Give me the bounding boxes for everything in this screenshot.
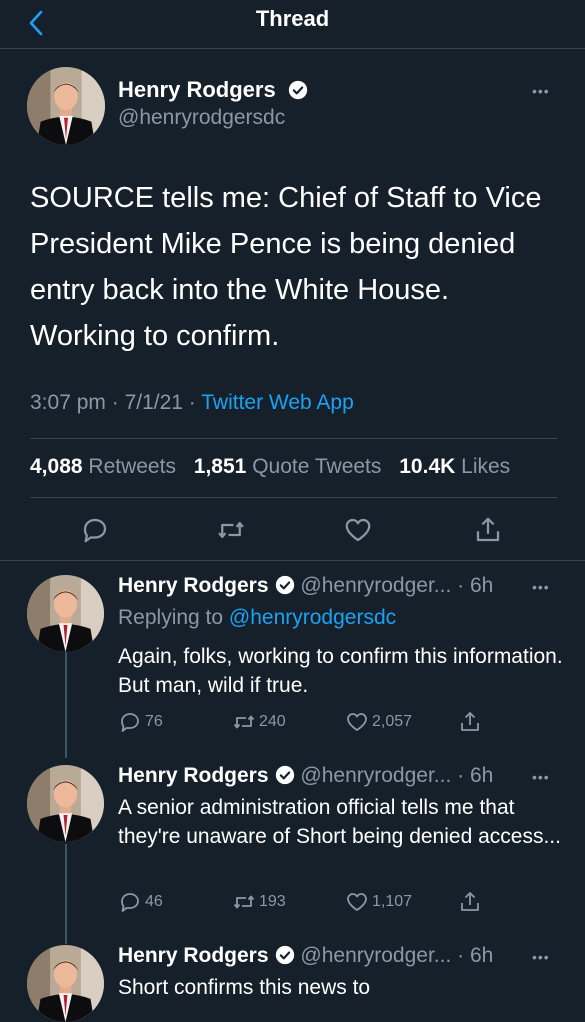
retweet-icon <box>232 710 256 734</box>
reply-button[interactable]: 46 <box>118 890 163 914</box>
share-icon <box>458 710 482 734</box>
top-bar: Thread <box>0 0 585 49</box>
reply-header: Henry Rodgers @henryrodger... · 6h <box>118 764 493 788</box>
reply-text: Again, folks, working to confirm this in… <box>118 645 563 697</box>
quotes-label: Quote Tweets <box>252 455 382 478</box>
retweets-stat[interactable]: 4,088 Retweets <box>30 455 176 478</box>
reply-text: Short confirms this news to <box>118 976 371 999</box>
tweet-stats: 4,088 Retweets 1,851 Quote Tweets 10.4K … <box>30 455 522 479</box>
likes-stat[interactable]: 10.4K Likes <box>399 455 510 478</box>
reply-count: 46 <box>145 893 163 910</box>
page-title: Thread <box>255 6 330 31</box>
reply-author-handle[interactable]: @henryrodger... <box>300 574 451 597</box>
reply-icon <box>118 890 142 914</box>
reply-icon[interactable] <box>80 515 110 545</box>
reply-timestamp: · 6h <box>457 764 494 787</box>
reply-icon <box>118 710 142 734</box>
reply-author-name[interactable]: Henry Rodgers <box>118 764 269 787</box>
author-name-text: Henry Rodgers <box>118 77 276 102</box>
share-button[interactable] <box>458 710 485 734</box>
likes-label: Likes <box>461 455 511 478</box>
reply-author-handle[interactable]: @henryrodger... <box>300 764 451 787</box>
reply-timestamp: · 6h <box>457 944 494 967</box>
like-icon <box>345 890 369 914</box>
more-icon[interactable]: ••• <box>532 83 550 99</box>
reply-author-handle[interactable]: @henryrodger... <box>300 944 451 967</box>
retweet-count: 193 <box>259 893 286 910</box>
tweet-time: 3:07 pm <box>30 391 106 414</box>
thread-line <box>65 652 67 758</box>
like-button[interactable]: 1,107 <box>345 890 412 914</box>
thread-line <box>65 844 67 944</box>
retweet-icon <box>232 890 256 914</box>
meta-separator: · <box>111 391 125 414</box>
reply-count: 76 <box>145 713 163 730</box>
share-button[interactable] <box>458 890 485 914</box>
verified-badge-icon <box>275 765 295 785</box>
avatar[interactable] <box>27 945 104 1022</box>
replying-to-label: Replying to <box>118 606 224 629</box>
author-handle[interactable]: @henryrodgersdc <box>118 106 285 130</box>
share-icon <box>458 890 482 914</box>
retweets-count: 4,088 <box>30 455 83 478</box>
reply-button[interactable]: 76 <box>118 710 163 734</box>
tweet-source-link[interactable]: Twitter Web App <box>201 391 354 414</box>
more-icon[interactable]: ••• <box>532 949 550 965</box>
more-icon[interactable]: ••• <box>532 579 550 595</box>
divider <box>30 438 557 439</box>
like-button[interactable]: 2,057 <box>345 710 412 734</box>
meta-separator: · <box>188 391 202 414</box>
like-icon <box>345 710 369 734</box>
author-name[interactable]: Henry Rodgers <box>118 77 308 103</box>
tweet-meta: 3:07 pm · 7/1/21 · Twitter Web App <box>30 391 354 415</box>
reply-timestamp: · 6h <box>457 574 494 597</box>
retweet-button[interactable]: 193 <box>232 890 286 914</box>
more-icon[interactable]: ••• <box>532 769 550 785</box>
divider <box>0 560 585 561</box>
verified-badge-icon <box>275 945 295 965</box>
verified-badge-icon <box>288 80 308 100</box>
divider <box>30 497 557 498</box>
quotes-stat[interactable]: 1,851 Quote Tweets <box>194 455 382 478</box>
like-icon[interactable] <box>343 515 373 545</box>
verified-badge-icon <box>275 575 295 595</box>
like-count: 1,107 <box>372 893 413 910</box>
like-count: 2,057 <box>372 713 413 730</box>
retweet-button[interactable]: 240 <box>232 710 286 734</box>
retweet-icon[interactable] <box>216 515 246 545</box>
share-icon[interactable] <box>473 515 503 545</box>
replying-to: Replying to @henryrodgersdc <box>118 606 396 630</box>
retweet-count: 240 <box>259 713 286 730</box>
tweet-text: SOURCE tells me: Chief of Staff to Vice … <box>30 182 542 352</box>
avatar[interactable] <box>27 67 105 145</box>
reply-header: Henry Rodgers @henryrodger... · 6h <box>118 574 493 598</box>
quotes-count: 1,851 <box>193 455 247 478</box>
likes-count: 10.4K <box>399 455 456 478</box>
reply-author-name[interactable]: Henry Rodgers <box>118 944 269 967</box>
reply-header: Henry Rodgers @henryrodger... · 6h <box>118 944 493 968</box>
reply-author-name[interactable]: Henry Rodgers <box>118 574 269 597</box>
avatar[interactable] <box>27 765 104 842</box>
replying-to-link[interactable]: @henryrodgersdc <box>229 606 396 629</box>
reply-text: A senior administration official tells m… <box>118 796 561 848</box>
tweet-date: 7/1/21 <box>124 391 183 414</box>
retweets-label: Retweets <box>88 455 176 478</box>
avatar[interactable] <box>27 575 104 652</box>
